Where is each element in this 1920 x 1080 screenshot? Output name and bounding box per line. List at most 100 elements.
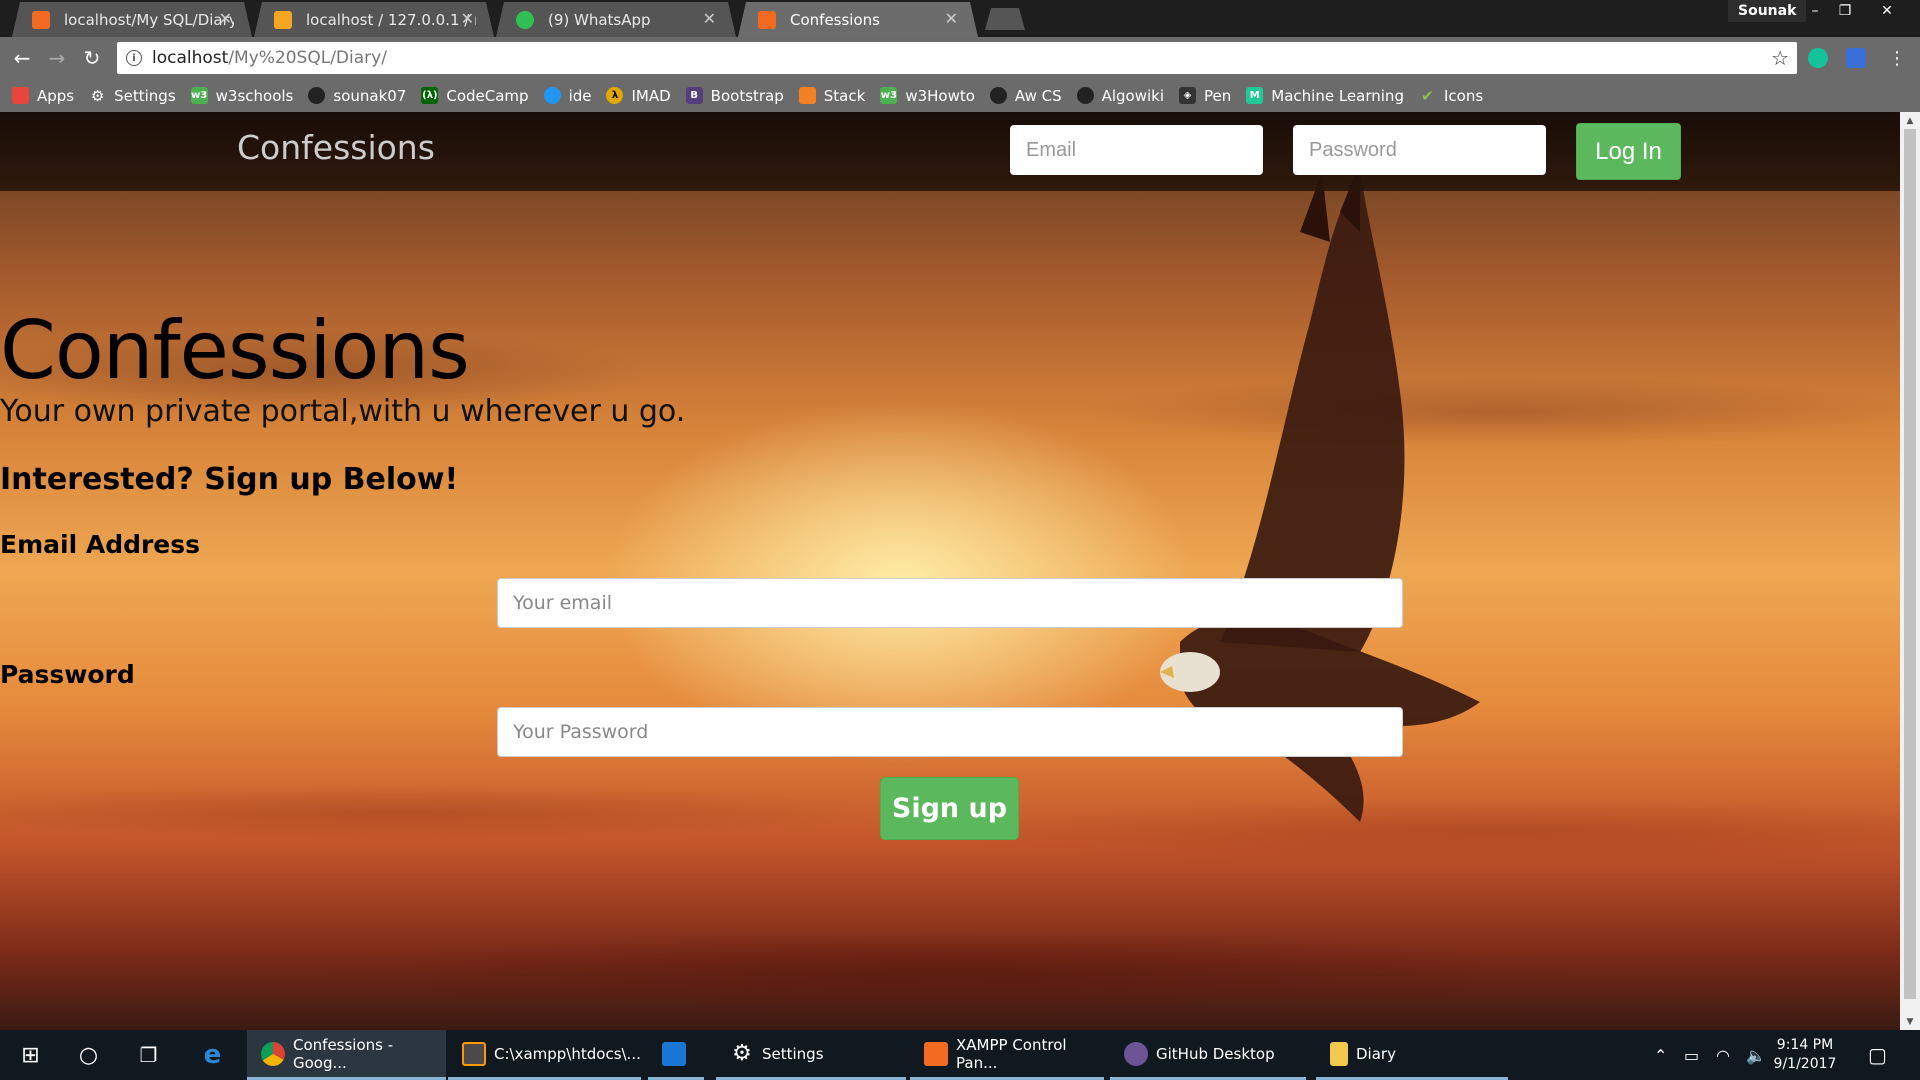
- address-bar[interactable]: i localhost/My%20SQL/Diary/ ☆: [117, 42, 1797, 74]
- clock-time: 9:14 PM: [1776, 1037, 1834, 1053]
- restore-icon[interactable]: ❐: [1830, 0, 1860, 22]
- close-icon[interactable]: ✕: [945, 9, 958, 28]
- bookmark-star-icon[interactable]: ☆: [1771, 46, 1789, 70]
- taskbar-app-editor[interactable]: [648, 1030, 704, 1080]
- tray-chevron-icon[interactable]: ⌃: [1654, 1030, 1667, 1080]
- close-window-icon[interactable]: ✕: [1872, 0, 1902, 22]
- nav-password-input[interactable]: [1293, 125, 1546, 175]
- bookmark-settings[interactable]: ⚙ Settings: [89, 87, 176, 105]
- taskbar-clock[interactable]: 9:14 PM 9/1/2017: [1760, 1036, 1850, 1074]
- close-icon[interactable]: ✕: [219, 9, 232, 28]
- bookmark-label: Algowiki: [1101, 86, 1165, 105]
- browser-tab-active[interactable]: Confessions ✕: [738, 2, 978, 37]
- stackoverflow-icon: [798, 87, 816, 104]
- grammarly-icon[interactable]: [1808, 48, 1828, 68]
- bookmark-codecamp[interactable]: (λ) CodeCamp: [421, 87, 529, 105]
- browser-tab[interactable]: localhost/My SQL/Diary/ ✕: [12, 2, 252, 37]
- tab-title: localhost / 127.0.0.1 / my: [306, 10, 476, 29]
- bookmark-imad[interactable]: λ IMAD: [606, 87, 671, 105]
- close-icon[interactable]: ✕: [703, 9, 716, 28]
- profile-button[interactable]: Sounak: [1728, 0, 1807, 22]
- edge-icon[interactable]: e: [190, 1030, 235, 1080]
- login-button[interactable]: Log In: [1576, 123, 1681, 180]
- scroll-up-icon[interactable]: ▲: [1900, 112, 1920, 129]
- w3-icon: w3: [190, 87, 208, 104]
- sunset-background: [0, 112, 1900, 1030]
- bookmark-w3schools[interactable]: w3 w3schools: [190, 86, 294, 105]
- taskbar-app-chrome[interactable]: Confessions - Goog...: [247, 1030, 446, 1080]
- password-field[interactable]: [497, 707, 1403, 757]
- bookmark-label: ide: [568, 86, 592, 105]
- site-brand[interactable]: Confessions: [237, 128, 435, 167]
- browser-tab[interactable]: localhost / 127.0.0.1 / my ✕: [254, 2, 494, 37]
- wifi-icon[interactable]: ◠: [1716, 1030, 1730, 1080]
- info-icon[interactable]: i: [126, 50, 142, 66]
- github-icon: [1076, 87, 1094, 104]
- signup-button[interactable]: Sign up: [880, 777, 1019, 840]
- codepen-icon: ◈: [1179, 87, 1197, 104]
- taskbar-app-diary[interactable]: Diary: [1316, 1030, 1508, 1080]
- bookmark-stack[interactable]: Stack: [798, 87, 865, 105]
- browser-tabstrip: localhost/My SQL/Diary/ ✕ localhost / 12…: [0, 0, 1920, 37]
- bookmark-ide[interactable]: ide: [543, 86, 592, 105]
- taskbar-app-github[interactable]: GitHub Desktop: [1110, 1030, 1306, 1080]
- cloud-icon: [543, 87, 561, 104]
- check-icon: ✔: [1421, 86, 1434, 105]
- bookmark-label: sounak07: [333, 86, 407, 105]
- bookmark-bootstrap[interactable]: B Bootstrap: [685, 87, 784, 105]
- url-path: /My%20SQL/Diary/: [228, 48, 387, 68]
- bookmarks-bar: Apps ⚙ Settings w3 w3schools sounak07 (λ) C…: [0, 79, 1920, 112]
- scroll-thumb[interactable]: [1904, 129, 1916, 999]
- xampp-favicon-icon: [32, 11, 50, 29]
- tab-title: (9) WhatsApp: [548, 10, 651, 29]
- bookmark-awcs[interactable]: Aw CS: [989, 87, 1062, 105]
- menu-dots-icon[interactable]: ⋮: [1884, 45, 1910, 71]
- clock-date: 9/1/2017: [1773, 1056, 1837, 1072]
- minimize-icon[interactable]: –: [1800, 0, 1830, 22]
- site-navbar: Confessions Log In: [0, 112, 1900, 191]
- page-viewport: Confessions Log In Confessions Your own …: [0, 112, 1900, 1030]
- bookmark-label: Machine Learning: [1271, 86, 1404, 105]
- extension-icon[interactable]: [1846, 48, 1866, 68]
- back-arrow-icon[interactable]: ←: [9, 45, 35, 71]
- bookmark-algowiki[interactable]: Algowiki: [1076, 86, 1165, 105]
- bookmark-w3howto[interactable]: w3 w3Howto: [880, 87, 975, 105]
- freecodecamp-icon: (λ): [421, 87, 439, 104]
- url-host: localhost: [152, 48, 229, 68]
- cortana-icon[interactable]: ○: [66, 1030, 111, 1080]
- notifications-icon[interactable]: ▢: [1868, 1030, 1887, 1080]
- browser-tab[interactable]: (9) WhatsApp ✕: [496, 2, 736, 37]
- taskbar-app-label: C:\xampp\htdocs\...: [494, 1044, 641, 1063]
- bookmark-machine-learning[interactable]: M Machine Learning: [1246, 87, 1404, 105]
- taskbar-app-xampp[interactable]: XAMPP Control Pan...: [910, 1030, 1104, 1080]
- bookmark-apps[interactable]: Apps: [12, 87, 74, 105]
- apps-grid-icon: [12, 87, 29, 104]
- github-icon: [1124, 1041, 1148, 1066]
- taskbar-app-settings[interactable]: ⚙ Settings: [716, 1030, 906, 1080]
- task-view-icon[interactable]: ❐: [126, 1030, 171, 1080]
- bookmark-pen[interactable]: ◈ Pen: [1179, 87, 1231, 105]
- new-tab-button[interactable]: [985, 8, 1025, 30]
- nav-email-input[interactable]: [1010, 125, 1263, 175]
- close-icon[interactable]: ✕: [461, 9, 474, 28]
- hero-title: Confessions: [0, 304, 470, 397]
- windows-start-icon[interactable]: ⊞: [8, 1030, 53, 1080]
- bookmark-label: w3schools: [215, 86, 294, 105]
- xampp-favicon-icon: [758, 11, 776, 29]
- scroll-down-icon[interactable]: ▼: [1900, 1013, 1920, 1030]
- gear-icon: ⚙: [90, 86, 105, 105]
- tab-title: Confessions: [790, 10, 880, 29]
- taskbar-app-sublime[interactable]: C:\xampp\htdocs\...: [448, 1030, 641, 1080]
- email-field[interactable]: [497, 578, 1403, 628]
- windows-taskbar: ⊞ ○ ❐ e Confessions - Goog... C:\xampp\h…: [0, 1030, 1920, 1080]
- github-icon: [989, 87, 1007, 104]
- forward-arrow-icon[interactable]: →: [44, 45, 70, 71]
- bookmark-sounak07[interactable]: sounak07: [308, 87, 406, 105]
- reload-icon[interactable]: ↻: [79, 45, 105, 71]
- ml-icon: M: [1246, 87, 1264, 104]
- gear-icon: ⚙: [732, 1040, 752, 1066]
- battery-icon[interactable]: ▭: [1684, 1030, 1699, 1080]
- page-scrollbar[interactable]: ▲ ▼: [1900, 112, 1920, 1030]
- bookmark-icons[interactable]: ✔ Icons: [1419, 87, 1483, 105]
- bookmark-label: Apps: [37, 86, 75, 105]
